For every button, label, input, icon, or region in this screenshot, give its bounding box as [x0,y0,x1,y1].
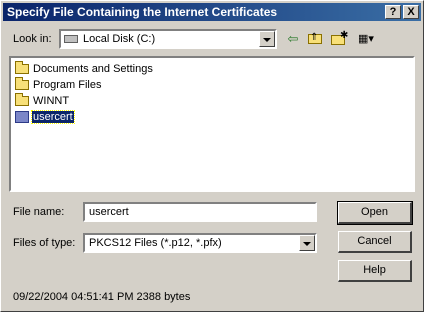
back-arrow-icon[interactable]: ⇦ [283,30,303,48]
view-menu-icon[interactable]: ▦▾ [353,30,379,48]
help-button[interactable]: Help [338,260,412,282]
list-item-label: Program Files [33,79,102,91]
folder-icon [15,61,29,74]
cancel-button[interactable]: Cancel [338,231,412,253]
folder-icon [15,93,29,106]
new-folder-icon[interactable]: ✱ [329,30,349,48]
file-name-label: File name: [13,206,65,218]
hard-drive-icon [64,35,78,43]
up-folder-icon[interactable]: ⇑ [305,30,325,48]
file-name-value: usercert [89,206,129,218]
sparkle-icon: ✱ [340,30,349,41]
dialog-window: Specify File Containing the Internet Cer… [0,0,424,312]
open-button[interactable]: Open [337,201,413,225]
file-type-label: Files of type: [13,237,76,249]
look-in-combo[interactable]: Local Disk (C:) [59,29,277,49]
title-bar[interactable]: Specify File Containing the Internet Cer… [3,3,421,21]
file-list[interactable]: Documents and Settings Program Files WIN… [9,56,415,192]
help-title-button[interactable]: ? [385,5,401,19]
folder-icon [15,77,29,90]
close-button[interactable]: X [403,5,419,19]
chevron-down-icon[interactable] [259,31,275,47]
look-in-value: Local Disk (C:) [83,33,156,45]
file-name-input[interactable]: usercert [83,202,317,222]
list-item-label: usercert [31,110,75,124]
chevron-down-icon[interactable] [299,235,315,251]
file-status-text: 09/22/2004 04:51:41 PM 2388 bytes [13,291,191,303]
look-in-label: Look in: [13,33,52,45]
list-item-label: WINNT [33,95,70,107]
file-type-value: PKCS12 Files (*.p12, *.pfx) [89,237,222,249]
file-type-select[interactable]: PKCS12 Files (*.p12, *.pfx) [83,233,317,253]
list-item-label: Documents and Settings [33,63,153,75]
certificate-icon [15,111,29,123]
dialog-title: Specify File Containing the Internet Cer… [7,5,278,19]
up-arrow-icon: ⇑ [310,32,319,43]
